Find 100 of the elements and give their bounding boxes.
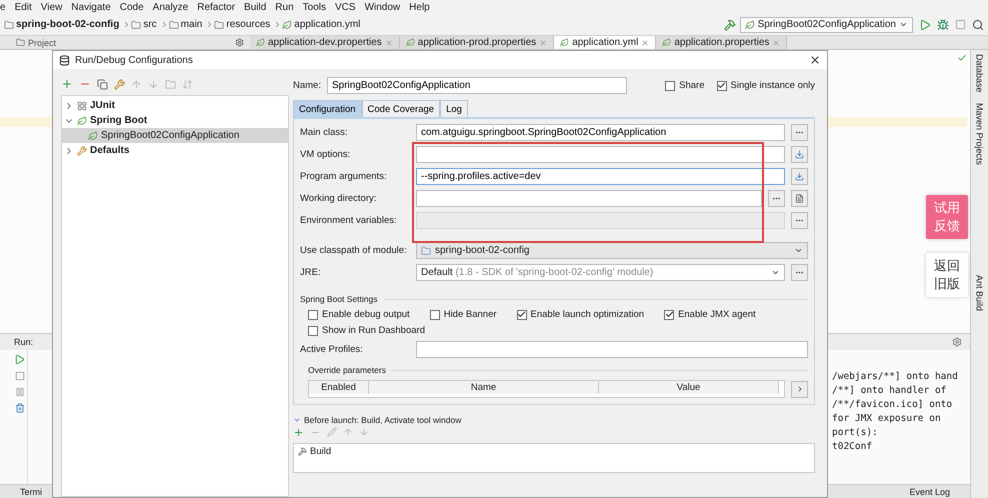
settings-icon[interactable] <box>235 38 244 47</box>
wrench-icon[interactable] <box>114 78 125 90</box>
download-icon <box>795 172 804 181</box>
breadcrumb[interactable]: src <box>131 19 157 30</box>
pause-icon[interactable] <box>14 387 24 397</box>
play-icon[interactable] <box>14 354 25 365</box>
checkmark-icon <box>664 310 674 319</box>
run-configuration-select[interactable]: SpringBoot02ConfigApplication <box>740 16 913 32</box>
tree-item[interactable]: Spring Boot <box>62 113 288 128</box>
editor-tab[interactable]: application-prod.properties <box>400 36 554 49</box>
tab[interactable]: Configuration <box>293 100 362 117</box>
tab[interactable]: Log <box>440 100 468 117</box>
menu-item[interactable]: Edit <box>14 2 32 12</box>
arrow-up-icon[interactable] <box>343 427 353 437</box>
document-icon <box>795 194 804 203</box>
download-icon <box>795 150 804 159</box>
single-instance-checkbox[interactable]: Single instance only <box>716 80 815 91</box>
console-line: for JMX exposure on <box>832 412 942 426</box>
close-icon[interactable] <box>809 54 821 66</box>
column-header[interactable]: Enabled <box>309 381 369 394</box>
chevron-down-icon <box>899 20 908 29</box>
terminal-tab[interactable]: Termi <box>20 486 42 496</box>
stop-icon[interactable] <box>955 19 966 30</box>
text-field[interactable] <box>416 212 785 229</box>
hammer-icon[interactable] <box>724 18 736 30</box>
name-field[interactable]: SpringBoot02ConfigApplication <box>326 77 627 94</box>
expand-button[interactable] <box>791 168 808 185</box>
tree-item[interactable]: JUnit <box>62 98 288 113</box>
list-item[interactable]: Build <box>298 446 332 457</box>
expand-button[interactable] <box>791 380 808 398</box>
checkmark-icon <box>517 310 526 319</box>
stop-icon[interactable] <box>14 371 24 381</box>
project-panel-header[interactable]: Project <box>0 36 250 49</box>
menu-item[interactable]: e <box>0 2 6 12</box>
tool-window-tab[interactable]: Ant Build <box>974 274 984 311</box>
editor-tab[interactable]: application-dev.properties <box>250 36 400 49</box>
share-checkbox[interactable]: Share <box>665 80 704 91</box>
text-field[interactable]: com.atguigu.springboot.SpringBoot02ConfigApplication <box>416 124 785 141</box>
menu-item[interactable]: Analyze <box>152 2 188 12</box>
menu-item[interactable]: Code <box>120 2 144 12</box>
folder-icon <box>214 20 224 30</box>
checkbox[interactable]: Enable JMX agent <box>664 309 756 320</box>
expand-button[interactable] <box>791 146 808 163</box>
menu-item[interactable]: Help <box>409 2 430 12</box>
editor-tab[interactable]: application.properties <box>656 36 788 49</box>
breadcrumb[interactable]: main <box>168 19 202 30</box>
bug-icon[interactable] <box>937 18 949 30</box>
arrow-down-icon[interactable] <box>359 427 369 437</box>
tree-item[interactable]: Defaults <box>62 143 288 158</box>
tab[interactable]: Code Coverage <box>362 100 440 117</box>
tree-item[interactable]: SpringBoot02ConfigApplication <box>62 128 288 143</box>
breadcrumb[interactable]: application.yml <box>282 19 360 30</box>
leaf-icon <box>560 38 570 47</box>
checkbox[interactable]: Enable debug output <box>308 309 410 320</box>
breadcrumb[interactable]: resources <box>214 19 270 30</box>
menu-item[interactable]: Window <box>364 2 400 12</box>
event-log-tab[interactable]: Event Log <box>909 486 950 496</box>
checkbox[interactable]: Enable launch optimization <box>516 309 644 320</box>
search-icon[interactable] <box>972 18 984 30</box>
sort-icon[interactable] <box>182 78 193 90</box>
chevron-down-icon[interactable] <box>293 416 301 424</box>
tool-window-tab[interactable]: Database <box>974 54 984 93</box>
macro-button[interactable] <box>791 190 808 207</box>
module-select[interactable]: spring-boot-02-config <box>416 242 808 259</box>
text-field[interactable] <box>416 190 762 207</box>
browse-button[interactable] <box>791 124 808 141</box>
editor-tab[interactable]: application.yml <box>554 36 656 49</box>
checkbox[interactable]: Show in Run Dashboard <box>308 325 425 336</box>
column-header[interactable]: Name <box>369 381 599 394</box>
copy-icon[interactable] <box>97 78 108 90</box>
menu-item[interactable]: Build <box>244 2 266 12</box>
checkbox[interactable]: Hide Banner <box>430 309 497 320</box>
text-field[interactable]: --spring.profiles.active=dev <box>416 168 785 185</box>
arrow-up-icon[interactable] <box>131 78 142 90</box>
tool-window-tab[interactable]: Maven Projects <box>974 102 984 165</box>
trash-icon[interactable] <box>14 403 24 413</box>
menu-item[interactable]: Tools <box>302 2 326 12</box>
text-field[interactable] <box>416 341 808 358</box>
plus-icon[interactable] <box>61 78 73 90</box>
text-field[interactable] <box>416 146 785 163</box>
pencil-icon[interactable] <box>327 427 337 437</box>
menu-item[interactable]: Refactor <box>197 2 236 12</box>
menu-item[interactable]: View <box>40 2 62 12</box>
folder-icon[interactable] <box>165 78 176 90</box>
menu-item[interactable]: Navigate <box>71 2 111 12</box>
settings-icon[interactable] <box>952 337 962 347</box>
menu-item[interactable]: VCS <box>335 2 356 12</box>
browse-button[interactable] <box>768 190 785 207</box>
plus-icon[interactable] <box>293 426 304 438</box>
jre-select[interactable]: Default (1.8 - SDK of 'spring-boot-02-config' module) <box>416 264 785 281</box>
play-icon[interactable] <box>919 18 931 30</box>
section-title[interactable]: Before launch: Build, Activate tool window <box>304 415 462 425</box>
breadcrumb[interactable]: spring-boot-02-config <box>4 19 120 30</box>
browse-button[interactable] <box>791 264 808 281</box>
menu-item[interactable]: Run <box>275 2 294 12</box>
column-header[interactable]: Value <box>599 381 779 394</box>
floating-button[interactable]: 返回 旧版 <box>926 253 968 297</box>
grid-icon <box>77 100 87 110</box>
arrow-down-icon[interactable] <box>148 78 159 90</box>
browse-button[interactable] <box>791 212 808 229</box>
